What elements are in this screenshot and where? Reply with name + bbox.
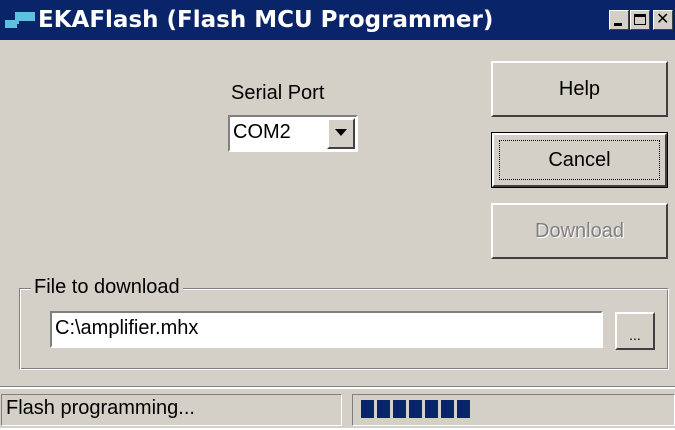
serial-port-label: Serial Port <box>231 82 325 104</box>
serial-port-value: COM2 <box>233 121 291 143</box>
progress-block <box>377 400 390 418</box>
close-button[interactable]: ✕ <box>653 9 673 30</box>
download-button[interactable]: Download <box>491 203 668 259</box>
minimize-button[interactable] <box>609 10 629 30</box>
help-button[interactable]: Help <box>491 61 668 117</box>
window-title: EKAFlash (Flash MCU Programmer) <box>38 7 494 33</box>
flash-mcu-icon <box>5 12 35 28</box>
cancel-button[interactable]: Cancel <box>491 132 668 188</box>
maximize-icon <box>634 14 646 25</box>
progress-block <box>441 400 454 418</box>
progress-block <box>361 400 374 418</box>
status-text-panel: Flash programming... <box>1 394 342 426</box>
status-text: Flash programming... <box>6 397 195 419</box>
status-bar-separator <box>0 386 675 389</box>
minimize-icon <box>614 23 622 26</box>
chevron-down-icon <box>335 129 347 136</box>
serial-port-dropdown-button[interactable] <box>327 118 355 149</box>
app-window: EKAFlash (Flash MCU Programmer) ✕ Serial… <box>0 0 675 428</box>
serial-port-select[interactable]: COM2 <box>228 115 358 152</box>
browse-button-label: ... <box>629 327 641 343</box>
progress-bar <box>352 394 675 426</box>
progress-block <box>425 400 438 418</box>
cancel-button-label: Cancel <box>548 148 611 171</box>
download-button-label: Download <box>535 219 624 242</box>
title-bar[interactable]: EKAFlash (Flash MCU Programmer) ✕ <box>0 0 675 40</box>
file-path-value: C:\amplifier.mhx <box>55 317 199 339</box>
file-path-input[interactable]: C:\amplifier.mhx <box>50 311 603 348</box>
cancel-button-face: Cancel <box>492 133 667 187</box>
progress-block <box>457 400 470 418</box>
maximize-button[interactable] <box>630 10 650 30</box>
progress-block <box>393 400 406 418</box>
browse-button[interactable]: ... <box>615 312 655 350</box>
close-icon: ✕ <box>656 9 670 28</box>
file-group-label: File to download <box>31 276 183 299</box>
progress-block <box>409 400 422 418</box>
help-button-label: Help <box>558 77 601 100</box>
